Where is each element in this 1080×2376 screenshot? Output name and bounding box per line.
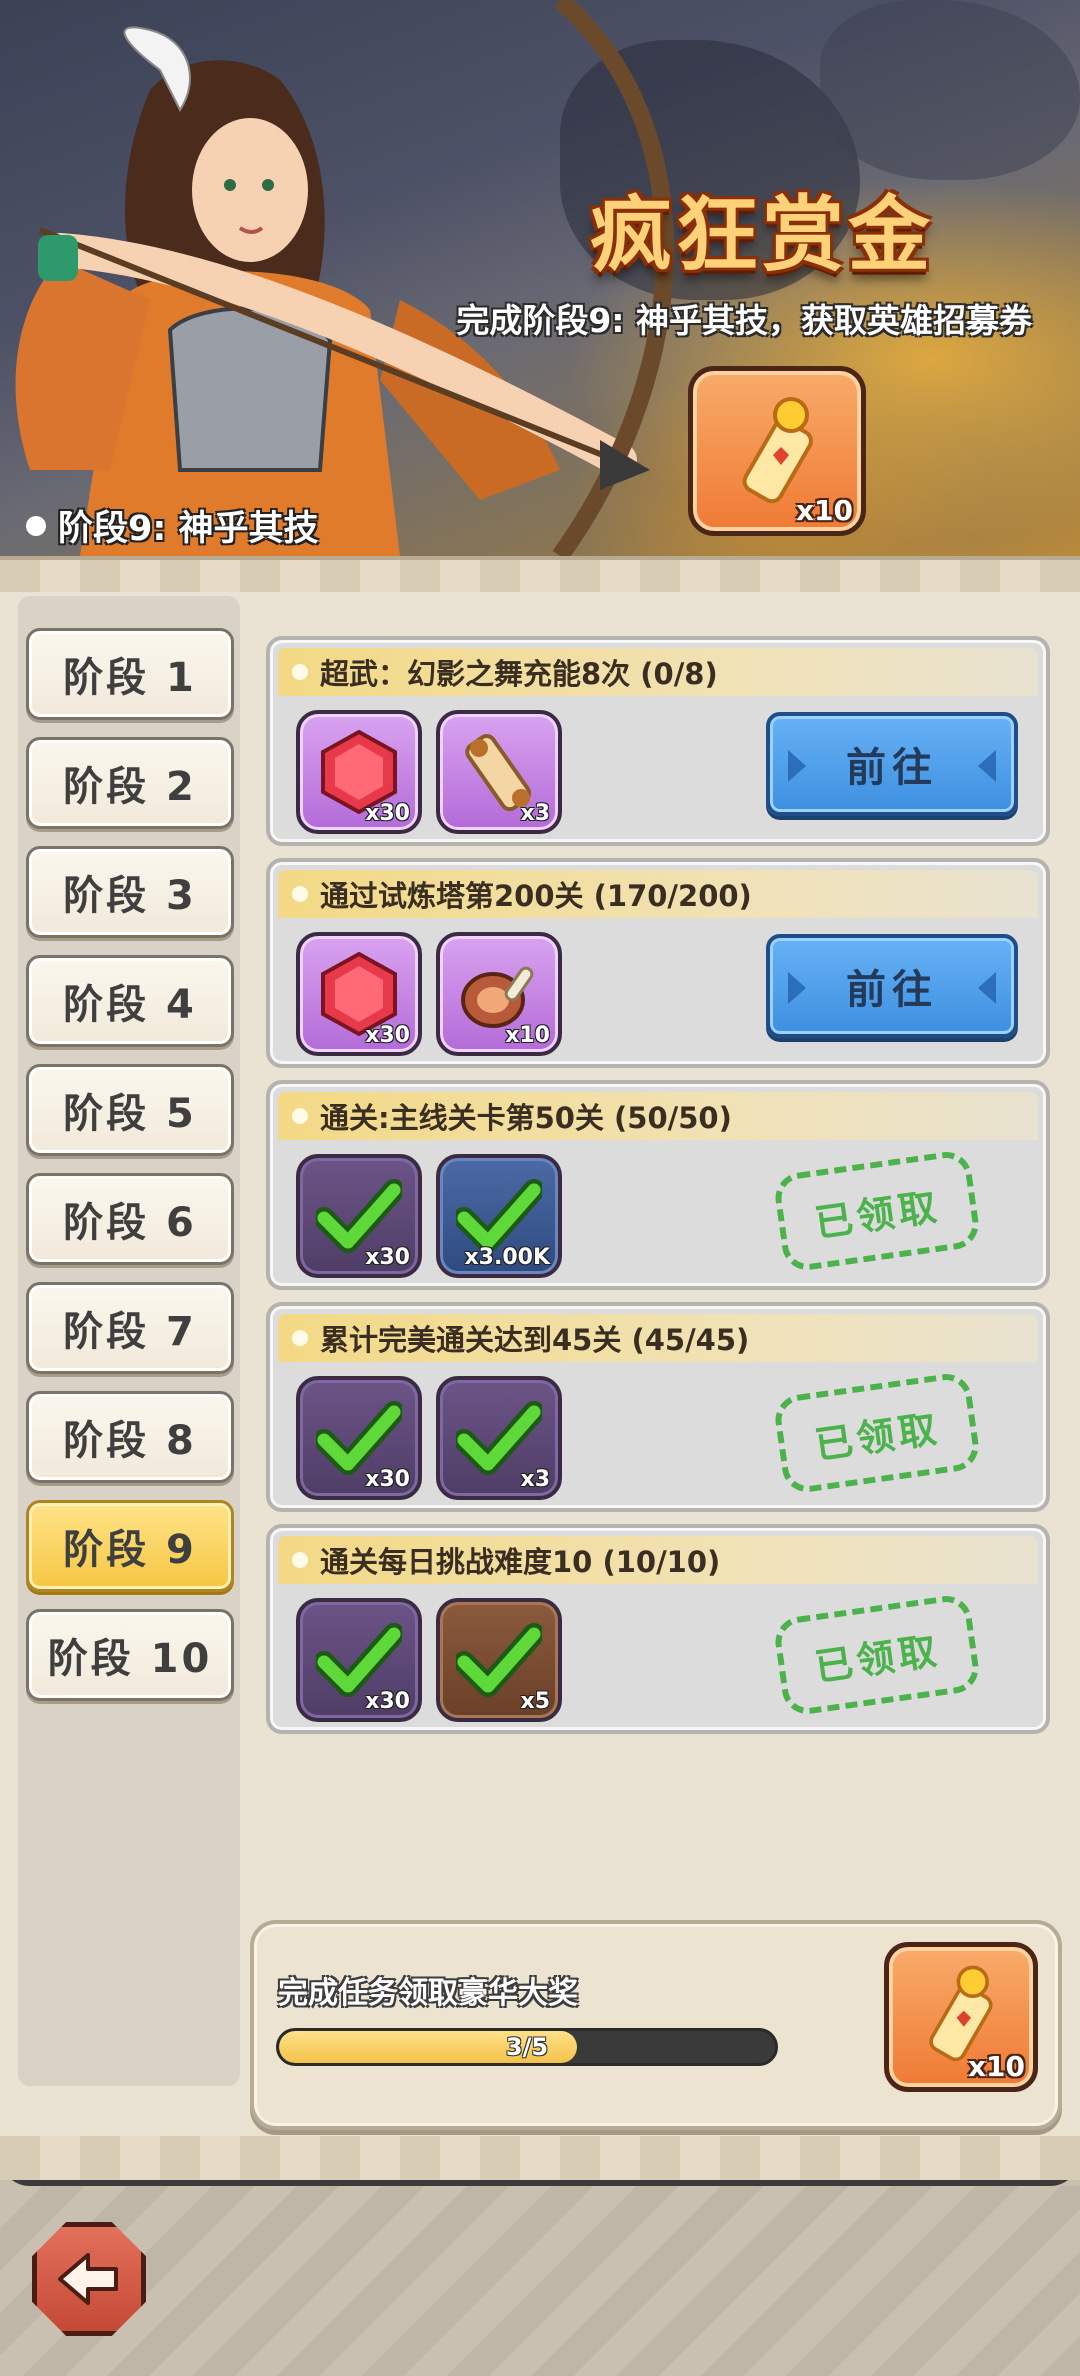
grand-reward-ticket[interactable]: x10 xyxy=(884,1942,1038,2092)
event-title: 疯狂赏金 xyxy=(590,187,935,283)
reward-qty: x10 xyxy=(505,1023,550,1048)
arrow-left-icon xyxy=(788,750,806,782)
task-card: 累计完美通关达到45关 (45/45) x30 x3 已领取 xyxy=(266,1302,1050,1512)
arrow-left-icon xyxy=(788,972,806,1004)
reward-qty: x5 xyxy=(520,1689,551,1714)
bullet-dot xyxy=(292,664,308,680)
reward-qty: x3 xyxy=(520,801,551,826)
event-banner: 疯狂赏金 完成阶段9: 神乎其技，获取英雄招募券 x10 阶段9: 神乎其技 xyxy=(0,0,1080,556)
task-title: 通关每日挑战难度10 (10/10) xyxy=(320,1545,721,1579)
task-title: 累计完美通关达到45关 (45/45) xyxy=(320,1323,750,1357)
banner-reward-ticket[interactable]: x10 xyxy=(688,366,866,536)
task-title: 超武：幻影之舞充能8次 (0/8) xyxy=(320,657,718,691)
stage-tab-2[interactable]: 阶段 2 xyxy=(26,737,234,829)
background-rock xyxy=(820,0,1080,180)
task-card: 超武：幻影之舞充能8次 (0/8) x30 x3 前往 xyxy=(266,636,1050,846)
checkmark-icon xyxy=(316,1179,402,1253)
reward-item-claimed: x30 xyxy=(296,1154,422,1278)
reward-qty: x30 xyxy=(365,801,410,826)
reward-item-claimed: x3 xyxy=(436,1376,562,1500)
stage-tab-1[interactable]: 阶段 1 xyxy=(26,628,234,720)
reward-item-claimed: x3.00K xyxy=(436,1154,562,1278)
bullet-dot xyxy=(292,886,308,902)
reward-qty: x30 xyxy=(365,1245,410,1270)
reward-item[interactable]: x30 xyxy=(296,932,422,1056)
reward-qty: x30 xyxy=(365,1023,410,1048)
claimed-stamp: 已领取 xyxy=(772,1592,982,1718)
reward-qty: x30 xyxy=(365,1467,410,1492)
back-arrow-icon xyxy=(58,2253,118,2305)
current-stage-label: 阶段9: 神乎其技 xyxy=(26,500,319,551)
reward-item-claimed: x5 xyxy=(436,1598,562,1722)
current-stage-text: 阶段9: 神乎其技 xyxy=(58,509,319,549)
checkmark-icon xyxy=(316,1401,402,1475)
task-header: 通关每日挑战难度10 (10/10) xyxy=(278,1536,1038,1584)
stage-tab-5[interactable]: 阶段 5 xyxy=(26,1064,234,1156)
reward-item-claimed: x30 xyxy=(296,1376,422,1500)
event-subtitle: 完成阶段9: 神乎其技，获取英雄招募券 xyxy=(456,301,1032,340)
bullet-dot xyxy=(26,515,46,536)
grand-reward-qty: x10 xyxy=(967,2050,1025,2083)
bullet-dot xyxy=(292,1330,308,1346)
stage-tab-8[interactable]: 阶段 8 xyxy=(26,1391,234,1483)
reward-item-claimed: x30 xyxy=(296,1598,422,1722)
stage-tab-9[interactable]: 阶段 9 xyxy=(26,1500,234,1592)
go-button-label: 前往 xyxy=(846,967,938,1013)
stage-tab-3[interactable]: 阶段 3 xyxy=(26,846,234,938)
arrow-right-icon xyxy=(978,972,996,1004)
bullet-dot xyxy=(292,1552,308,1568)
grand-reward-box: 完成任务领取豪华大奖 3/5 x10 xyxy=(250,1920,1062,2130)
footer-bar xyxy=(0,2186,1080,2376)
reward-item[interactable]: x10 xyxy=(436,932,562,1056)
stage-tab-10[interactable]: 阶段 10 xyxy=(26,1609,234,1701)
reward-qty: x30 xyxy=(365,1689,410,1714)
reward-item[interactable]: x30 xyxy=(296,710,422,834)
task-header: 超武：幻影之舞充能8次 (0/8) xyxy=(278,648,1038,696)
go-button-label: 前往 xyxy=(846,745,938,791)
checkmark-icon xyxy=(316,1623,402,1697)
bullet-dot xyxy=(292,1108,308,1124)
stage-tab-7[interactable]: 阶段 7 xyxy=(26,1282,234,1374)
progress-label: 3/5 xyxy=(505,2033,549,2061)
go-button[interactable]: 前往 xyxy=(766,934,1018,1038)
grand-reward-text: 完成任务领取豪华大奖 xyxy=(278,1976,578,2011)
claimed-stamp: 已领取 xyxy=(772,1148,982,1274)
task-card: 通关:主线关卡第50关 (50/50) x30 x3.00K 已领取 xyxy=(266,1080,1050,1290)
checkmark-icon xyxy=(456,1179,542,1253)
task-card: 通过试炼塔第200关 (170/200) x30 x10 前往 xyxy=(266,858,1050,1068)
stage-list: 阶段 1 阶段 2 阶段 3 阶段 4 阶段 5 阶段 6 阶段 7 阶段 8 … xyxy=(18,596,240,2086)
reward-qty: x3.00K xyxy=(464,1245,550,1270)
arrow-right-icon xyxy=(978,750,996,782)
stage-tab-4[interactable]: 阶段 4 xyxy=(26,955,234,1047)
task-header: 通关:主线关卡第50关 (50/50) xyxy=(278,1092,1038,1140)
task-title: 通过试炼塔第200关 (170/200) xyxy=(320,879,752,913)
banner-reward-qty: x10 xyxy=(795,494,853,527)
reward-qty: x3 xyxy=(520,1467,551,1492)
task-header: 累计完美通关达到45关 (45/45) xyxy=(278,1314,1038,1362)
reward-item[interactable]: x3 xyxy=(436,710,562,834)
go-button[interactable]: 前往 xyxy=(766,712,1018,816)
panel-bottom-border xyxy=(0,2136,1080,2180)
stage-tab-6[interactable]: 阶段 6 xyxy=(26,1173,234,1265)
claimed-stamp: 已领取 xyxy=(772,1370,982,1496)
task-progress-bar: 3/5 xyxy=(276,2028,778,2066)
back-button[interactable] xyxy=(32,2222,146,2336)
checkmark-icon xyxy=(456,1623,542,1697)
panel-top-border xyxy=(0,556,1080,592)
task-card: 通关每日挑战难度10 (10/10) x30 x5 已领取 xyxy=(266,1524,1050,1734)
task-title: 通关:主线关卡第50关 (50/50) xyxy=(320,1101,732,1135)
checkmark-icon xyxy=(456,1401,542,1475)
task-header: 通过试炼塔第200关 (170/200) xyxy=(278,870,1038,918)
